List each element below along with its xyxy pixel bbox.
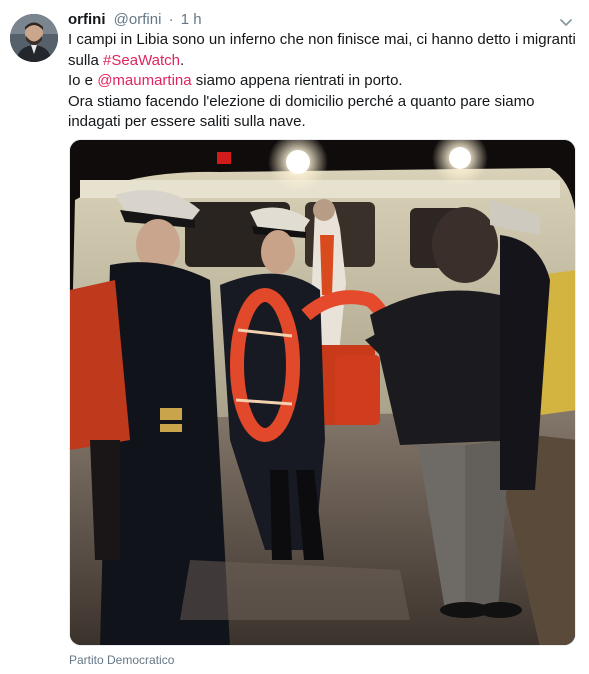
tweet-line-3: Ora stiamo facendo l'elezione di domicil…	[68, 92, 535, 131]
photo-illustration	[70, 140, 575, 645]
source-label: Partito Democratico	[69, 653, 175, 667]
tweet-line-2: Io e @maumartina siamo appena rientrati …	[68, 71, 578, 92]
tweet-timestamp[interactable]: 1 h	[181, 11, 202, 28]
hashtag-link[interactable]: #SeaWatch	[103, 52, 180, 69]
chevron-down-icon[interactable]	[558, 14, 574, 30]
tweet-photo[interactable]	[69, 139, 576, 646]
tweet-text-segment: siamo appena rientrati in porto.	[191, 72, 403, 89]
tweet-text-segment: Io e	[68, 72, 98, 89]
tweet-text: I campi in Libia sono un inferno che non…	[68, 30, 578, 133]
tweet-header: orfini @orfini · 1 h	[68, 10, 202, 30]
tweet-card[interactable]: orfini @orfini · 1 h I campi in Libia so…	[0, 0, 589, 674]
tweet-line-1: I campi in Libia sono un inferno che non…	[68, 30, 578, 71]
tweet-text-segment: .	[180, 51, 185, 69]
avatar[interactable]	[10, 14, 58, 62]
header-separator: ·	[168, 11, 174, 28]
author-handle[interactable]: @orfini	[114, 11, 162, 28]
author-name[interactable]: orfini	[68, 11, 106, 28]
mention-link[interactable]: @maumartina	[97, 72, 191, 89]
